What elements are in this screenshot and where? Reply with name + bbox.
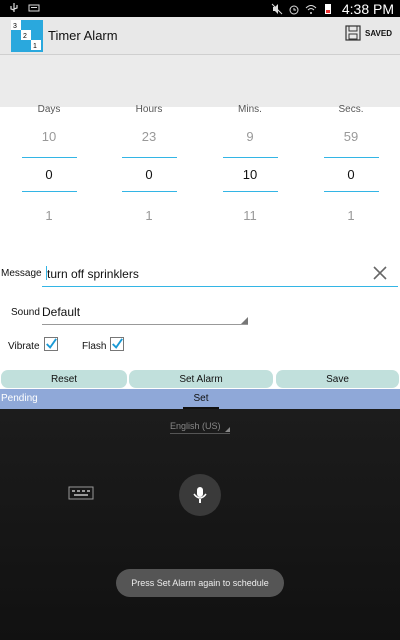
- days-picker[interactable]: Days 10 0 1: [9, 104, 89, 223]
- message-label: Message: [1, 268, 42, 279]
- microphone-button[interactable]: [179, 474, 221, 516]
- sound-selected-value: Default: [42, 305, 81, 319]
- picker-divider: [121, 191, 177, 192]
- alarm-clock-icon: [289, 5, 299, 15]
- status-time: 4:38 PM: [341, 1, 394, 17]
- language-dropdown[interactable]: English (US): [170, 421, 230, 434]
- picker-prev-value[interactable]: 9: [210, 129, 290, 144]
- set-alarm-button[interactable]: Set Alarm: [129, 370, 273, 388]
- tab-set[interactable]: Set: [183, 393, 219, 404]
- dropdown-arrow-icon: [241, 317, 248, 324]
- sound-dropdown[interactable]: Default: [42, 304, 248, 325]
- mute-icon: [271, 3, 283, 15]
- clear-text-icon[interactable]: [372, 265, 388, 281]
- status-bar: 4:38 PM: [0, 0, 400, 17]
- picker-current-value[interactable]: 0: [9, 158, 89, 191]
- battery-icon: [324, 4, 331, 14]
- microphone-icon: [193, 487, 207, 503]
- message-input[interactable]: turn off sprinklers: [42, 262, 398, 287]
- usb-icon: [10, 3, 18, 12]
- picker-prev-value[interactable]: 59: [311, 129, 391, 144]
- floppy-disk-icon: [345, 25, 361, 41]
- saved-label: SAVED: [365, 28, 392, 38]
- app-icon-digit-2: 2: [23, 33, 27, 40]
- picker-label: Mins.: [238, 104, 262, 115]
- reset-button[interactable]: Reset: [1, 370, 127, 388]
- seconds-picker[interactable]: Secs. 59 0 1: [311, 104, 391, 223]
- saved-button[interactable]: SAVED: [345, 25, 392, 41]
- picker-next-value[interactable]: 11: [210, 208, 290, 223]
- picker-prev-value[interactable]: 23: [109, 129, 189, 144]
- picker-divider: [222, 191, 278, 192]
- keyboard-notification-icon: [28, 4, 40, 12]
- picker-label: Days: [37, 104, 61, 115]
- flash-checkbox[interactable]: [110, 337, 124, 351]
- app-title: Timer Alarm: [48, 28, 118, 43]
- sound-label: Sound: [11, 307, 40, 318]
- language-value: English (US): [170, 421, 221, 431]
- message-value: turn off sprinklers: [47, 267, 139, 281]
- picker-prev-value[interactable]: 10: [9, 129, 89, 144]
- vibrate-label: Vibrate: [8, 341, 40, 352]
- vibrate-checkbox[interactable]: [44, 337, 58, 351]
- picker-next-value[interactable]: 1: [311, 208, 391, 223]
- save-button[interactable]: Save: [276, 370, 399, 388]
- picker-next-value[interactable]: 1: [9, 208, 89, 223]
- picker-label: Secs.: [338, 104, 364, 115]
- wifi-icon: [305, 5, 317, 14]
- picker-current-value[interactable]: 0: [109, 158, 189, 191]
- picker-divider: [323, 191, 379, 192]
- picker-label: Hours: [135, 104, 163, 115]
- tab-pending[interactable]: Pending: [1, 393, 38, 404]
- app-icon-digit-3: 3: [13, 23, 17, 30]
- picker-divider: [21, 191, 77, 192]
- picker-current-value[interactable]: 0: [311, 158, 391, 191]
- app-logo-icon: 3 2 1: [11, 20, 43, 52]
- keyboard-icon[interactable]: [68, 486, 94, 500]
- action-bar: 3 2 1 Timer Alarm SAVED: [0, 17, 400, 55]
- picker-current-value[interactable]: 10: [210, 158, 290, 191]
- toast-message: Press Set Alarm again to schedule: [116, 569, 284, 597]
- voice-input-panel: English (US) Press Set Alarm again to sc…: [0, 409, 400, 640]
- app-icon-digit-1: 1: [33, 43, 37, 50]
- flash-label: Flash: [82, 341, 107, 352]
- hours-picker[interactable]: Hours 23 0 1: [109, 104, 189, 223]
- header-spacer: [0, 55, 400, 107]
- tab-strip: Pending Set: [0, 389, 400, 409]
- minutes-picker[interactable]: Mins. 9 10 11: [210, 104, 290, 223]
- dropdown-arrow-icon: [225, 427, 230, 432]
- picker-next-value[interactable]: 1: [109, 208, 189, 223]
